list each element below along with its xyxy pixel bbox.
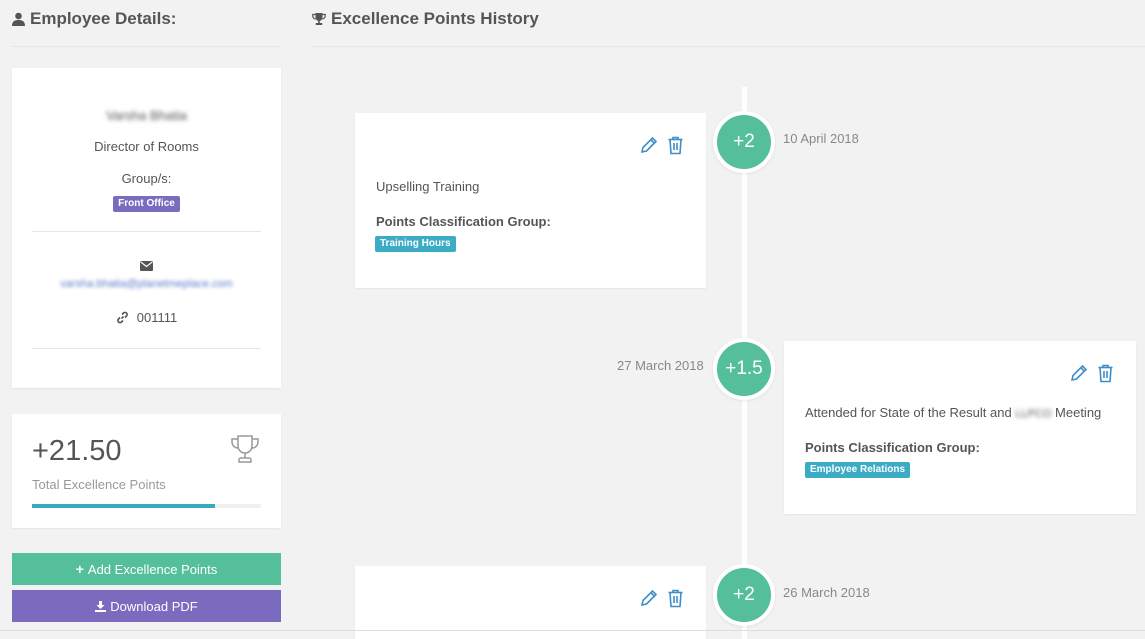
employee-profile-card: Varsha Bhatia Director of Rooms Group/s:… bbox=[12, 68, 281, 388]
download-pdf-button[interactable]: Download PDF bbox=[12, 590, 281, 622]
entry-date: 26 March 2018 bbox=[783, 585, 870, 600]
entry-date: 27 March 2018 bbox=[617, 358, 704, 373]
delete-trash-icon[interactable] bbox=[667, 588, 684, 608]
divider bbox=[32, 231, 261, 232]
classification-badge: Employee Relations bbox=[805, 462, 911, 478]
divider bbox=[32, 348, 261, 349]
edit-pencil-icon[interactable] bbox=[639, 588, 659, 608]
plus-icon: + bbox=[75, 561, 84, 577]
points-history-heading: Excellence Points History bbox=[312, 9, 539, 29]
download-icon bbox=[95, 600, 107, 612]
trophy-small-icon bbox=[312, 13, 326, 25]
groups-label: Group/s: bbox=[121, 171, 172, 186]
employee-email[interactable]: varsha.bhatia@planetmeplace.com bbox=[12, 278, 281, 290]
group-badge: Front Office bbox=[113, 196, 180, 212]
entry-actions bbox=[1069, 363, 1114, 383]
history-entry-card: Attended for State of the Result and LLP… bbox=[784, 341, 1136, 514]
points-circle: +2 bbox=[713, 564, 775, 626]
points-circle: +1.5 bbox=[713, 338, 775, 400]
entry-actions bbox=[639, 135, 684, 155]
add-excellence-points-button[interactable]: + Add Excellence Points bbox=[12, 553, 281, 585]
entry-date: 10 April 2018 bbox=[783, 131, 859, 146]
entry-title: Upselling Training bbox=[376, 179, 480, 194]
envelope-icon bbox=[140, 261, 153, 271]
delete-trash-icon[interactable] bbox=[1097, 363, 1114, 383]
edit-pencil-icon[interactable] bbox=[1069, 363, 1089, 383]
classification-badge: Training Hours bbox=[375, 236, 456, 252]
points-progress-bar bbox=[32, 504, 261, 508]
employee-name: Varsha Bhatia bbox=[106, 108, 187, 123]
trophy-icon bbox=[231, 435, 259, 463]
points-progress-fill bbox=[32, 504, 216, 508]
total-points-card: +21.50 Total Excellence Points bbox=[12, 414, 281, 528]
user-icon bbox=[12, 12, 25, 26]
employee-role: Director of Rooms bbox=[94, 139, 199, 154]
history-entry-card bbox=[355, 566, 706, 639]
link-icon bbox=[116, 311, 128, 324]
employee-details-heading: Employee Details: bbox=[12, 9, 176, 29]
bottom-border bbox=[0, 630, 1145, 631]
edit-pencil-icon[interactable] bbox=[639, 135, 659, 155]
entry-title: Attended for State of the Result and LLP… bbox=[805, 405, 1102, 420]
total-points-value: +21.50 bbox=[32, 435, 122, 467]
total-points-label: Total Excellence Points bbox=[32, 477, 166, 492]
history-entry-card: Upselling Training Points Classification… bbox=[355, 113, 706, 288]
points-circle: +2 bbox=[713, 111, 775, 173]
employee-id: 001111 bbox=[136, 310, 178, 325]
entry-actions bbox=[639, 588, 684, 608]
classification-group-label: Points Classification Group: bbox=[376, 214, 551, 229]
divider bbox=[12, 46, 281, 47]
classification-group-label: Points Classification Group: bbox=[805, 440, 980, 455]
divider bbox=[312, 46, 1145, 47]
delete-trash-icon[interactable] bbox=[667, 135, 684, 155]
